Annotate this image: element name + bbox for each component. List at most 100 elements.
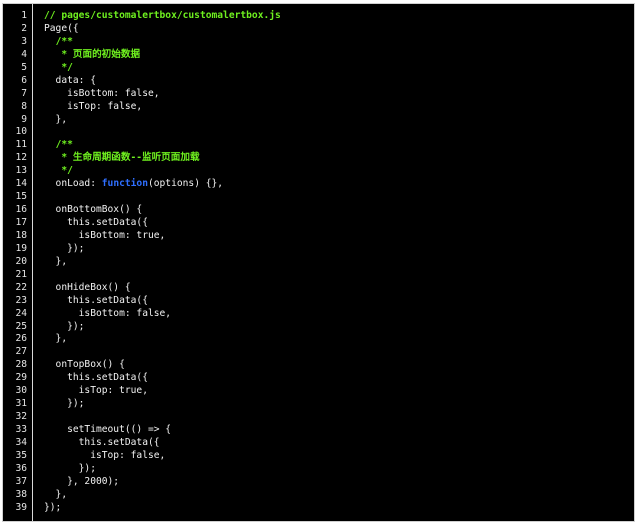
code-line[interactable]: 16 onBottomBox() {: [3, 204, 634, 217]
line-number: 33: [15, 424, 27, 435]
code-text: isTop: false,: [44, 101, 142, 114]
code-line[interactable]: 38 },: [3, 489, 634, 502]
code-line[interactable]: 33 setTimeout(() => {: [3, 424, 634, 437]
line-number: 9: [21, 113, 27, 125]
code-line[interactable]: 13 */: [3, 165, 634, 178]
code-line[interactable]: 37 }, 2000);: [3, 476, 634, 489]
code-text: });: [44, 321, 84, 334]
line-number: 4: [21, 48, 27, 60]
code-line[interactable]: 19 });: [3, 243, 634, 256]
code-text: onTopBox() {: [44, 359, 125, 372]
code-token: isTop: false,: [44, 100, 143, 112]
code-line[interactable]: 20 },: [3, 256, 634, 269]
code-text: isBottom: true,: [44, 229, 166, 243]
code-line[interactable]: 7 isBottom: false,: [3, 88, 634, 101]
code-text: */: [44, 62, 73, 75]
line-number: 24: [15, 307, 27, 319]
code-line[interactable]: 9 },: [3, 114, 634, 127]
code-token: isTop: true,: [44, 385, 148, 397]
code-text: this.setData({: [44, 437, 160, 450]
line-number: 21: [15, 268, 27, 280]
code-line[interactable]: 35 isTop: false,: [3, 450, 634, 463]
line-number: 36: [15, 462, 27, 474]
code-line[interactable]: 15: [3, 191, 634, 204]
code-line[interactable]: 2 Page({: [3, 23, 634, 36]
code-token: isBottom: true,: [44, 229, 166, 241]
code-line[interactable]: 10: [3, 126, 634, 139]
code-text: },: [44, 333, 68, 346]
code-line[interactable]: 17 this.setData({: [3, 217, 634, 230]
code-text: onHideBox() {: [44, 282, 131, 295]
code-line[interactable]: 34 this.setData({: [3, 437, 634, 450]
code-line[interactable]: 5 */: [3, 62, 634, 75]
line-number: 26: [15, 333, 27, 345]
code-line[interactable]: 27: [3, 346, 634, 359]
code-text: data: {: [44, 75, 96, 88]
code-comment: * 生命周期函数--监听页面加载: [44, 152, 200, 164]
code-line[interactable]: 3 /**: [3, 36, 634, 49]
code-line[interactable]: 12 * 生命周期函数--监听页面加载: [3, 152, 634, 165]
code-text: this.setData({: [44, 372, 148, 385]
line-number: 28: [15, 359, 27, 371]
code-token: this.setData({: [44, 217, 148, 228]
code-line[interactable]: 11 /**: [3, 139, 634, 152]
code-lines[interactable]: 1 // pages/customalertbox/customalertbox.…: [3, 10, 634, 515]
code-token: },: [44, 488, 68, 500]
code-line[interactable]: 22 onHideBox() {: [3, 282, 634, 295]
line-number: 34: [15, 436, 27, 448]
code-token: (options) {},: [147, 178, 224, 190]
code-line[interactable]: 18 isBottom: true,: [3, 230, 634, 243]
code-text: },: [44, 114, 68, 127]
code-line[interactable]: 30 isTop: true,: [3, 385, 634, 398]
code-token: isBottom: false,: [44, 87, 160, 99]
code-line[interactable]: 28 onTopBox() {: [3, 359, 634, 372]
code-text: /**: [44, 36, 73, 49]
line-number: 5: [21, 61, 27, 73]
code-line[interactable]: 39});: [3, 502, 634, 515]
code-text: * 页面的初始数据: [44, 49, 140, 62]
code-token: },: [44, 333, 68, 345]
code-token: },: [44, 255, 68, 267]
code-line[interactable]: 24 isBottom: false,: [3, 308, 634, 321]
code-line[interactable]: 25 });: [3, 321, 634, 334]
code-text: * 生命周期函数--监听页面加载: [44, 152, 200, 165]
code-comment: */: [44, 165, 73, 177]
code-line[interactable]: 6 data: {: [3, 75, 634, 88]
code-line[interactable]: 1 // pages/customalertbox/customalertbox.…: [3, 10, 634, 23]
line-number: 11: [15, 139, 27, 151]
line-number: 29: [15, 372, 27, 384]
code-text: }, 2000);: [44, 476, 119, 489]
code-line[interactable]: 4 * 页面的初始数据: [3, 49, 634, 62]
code-line[interactable]: 29 this.setData({: [3, 372, 634, 385]
line-number: 27: [15, 346, 27, 358]
code-editor[interactable]: 1 // pages/customalertbox/customalertbox.…: [2, 3, 635, 522]
code-text: Page({: [44, 23, 79, 36]
code-line[interactable]: 14 onLoad: function(options) {},: [3, 178, 634, 191]
line-number: 18: [15, 229, 27, 241]
code-token: isTop: false,: [44, 449, 166, 461]
code-token: this.setData({: [44, 372, 148, 384]
code-line[interactable]: 36 });: [3, 463, 634, 476]
code-comment: /**: [55, 139, 73, 151]
code-line[interactable]: 26 },: [3, 333, 634, 346]
code-keyword: function: [101, 178, 148, 190]
code-line[interactable]: 23 this.setData({: [3, 295, 634, 308]
code-token: Page({: [44, 22, 79, 34]
line-number: 14: [15, 178, 27, 190]
code-line[interactable]: 32: [3, 411, 634, 424]
code-text: });: [44, 243, 84, 256]
code-token: });: [44, 462, 96, 474]
code-token: setTimeout(() => {: [44, 424, 172, 435]
code-token: onLoad:: [44, 178, 102, 190]
code-token: onHideBox() {: [44, 281, 131, 293]
code-text: },: [44, 255, 68, 269]
line-number: 19: [15, 242, 27, 254]
code-text: // pages/customalertbox/customalertbox.j…: [44, 10, 281, 23]
code-line[interactable]: 31 });: [3, 398, 634, 411]
code-text: /**: [44, 139, 73, 152]
code-line[interactable]: 21: [3, 269, 634, 282]
code-line[interactable]: 8 isTop: false,: [3, 101, 634, 114]
code-token: });: [44, 320, 85, 332]
code-comment: * 页面的初始数据: [44, 48, 141, 60]
